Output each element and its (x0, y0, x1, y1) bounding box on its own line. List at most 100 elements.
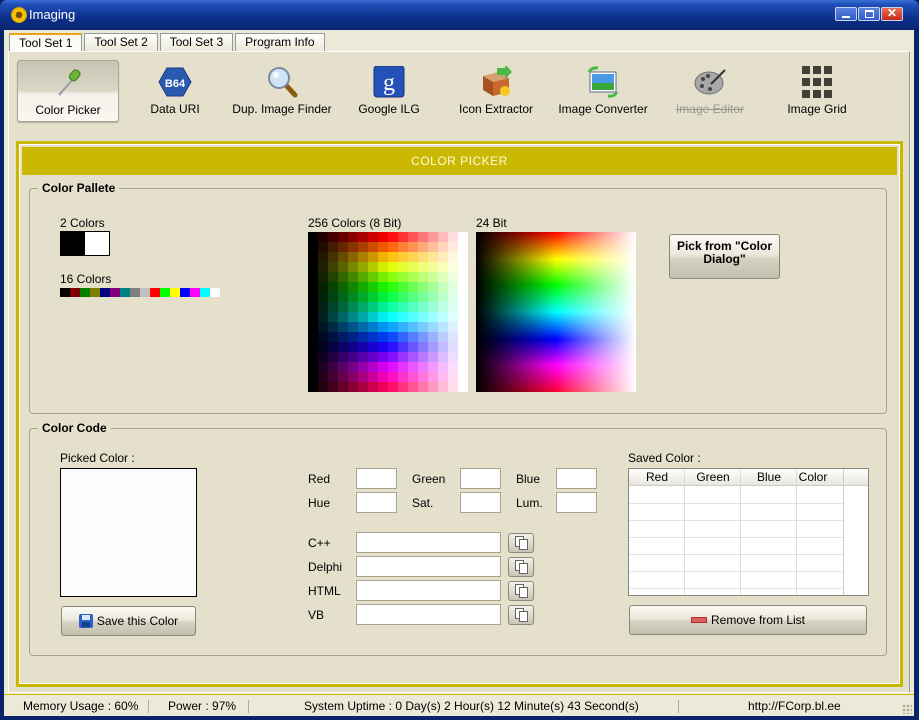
palette-cell[interactable] (378, 302, 388, 312)
palette-cell[interactable] (368, 342, 378, 352)
palette-cell[interactable] (348, 252, 358, 262)
palette-cell[interactable] (378, 322, 388, 332)
palette-cell[interactable] (328, 372, 338, 382)
palette-cell[interactable] (458, 382, 468, 392)
palette-cell[interactable] (408, 332, 418, 342)
remove-from-list-button[interactable]: Remove from List (629, 605, 867, 635)
color-swatch[interactable] (120, 288, 130, 297)
palette-cell[interactable] (308, 282, 318, 292)
palette-cell[interactable] (348, 342, 358, 352)
palette-cell[interactable] (448, 342, 458, 352)
palette-cell[interactable] (348, 282, 358, 292)
palette-cell[interactable] (448, 292, 458, 302)
red-input[interactable] (356, 468, 397, 489)
palette-cell[interactable] (408, 292, 418, 302)
palette-cell[interactable] (448, 352, 458, 362)
palette-cell[interactable] (458, 262, 468, 272)
save-color-button[interactable]: Save this Color (61, 606, 196, 636)
palette-cell[interactable] (428, 292, 438, 302)
palette-cell[interactable] (308, 272, 318, 282)
palette-cell[interactable] (368, 262, 378, 272)
palette-cell[interactable] (348, 242, 358, 252)
palette-cell[interactable] (308, 302, 318, 312)
palette-cell[interactable] (428, 322, 438, 332)
close-button[interactable]: ✕ (881, 6, 903, 21)
palette-cell[interactable] (328, 332, 338, 342)
column-header-blue[interactable]: Blue (741, 470, 797, 484)
palette-cell[interactable] (368, 352, 378, 362)
palette-cell[interactable] (348, 352, 358, 362)
palette-cell[interactable] (428, 352, 438, 362)
palette-cell[interactable] (398, 262, 408, 272)
palette-cell[interactable] (358, 282, 368, 292)
palette-cell[interactable] (398, 342, 408, 352)
palette-cell[interactable] (318, 382, 328, 392)
copy-html-button[interactable] (508, 581, 534, 601)
palette-cell[interactable] (338, 242, 348, 252)
palette-cell[interactable] (368, 312, 378, 322)
palette-cell[interactable] (348, 302, 358, 312)
palette-cell[interactable] (398, 312, 408, 322)
website-link[interactable]: http://FCorp.bl.ee (748, 699, 841, 713)
palette-cell[interactable] (328, 292, 338, 302)
palette-cell[interactable] (448, 242, 458, 252)
palette-cell[interactable] (348, 322, 358, 332)
color-swatch[interactable] (80, 288, 90, 297)
palette-cell[interactable] (318, 232, 328, 242)
palette-cell[interactable] (438, 252, 448, 262)
palette-cell[interactable] (408, 362, 418, 372)
palette-cell[interactable] (438, 332, 448, 342)
palette-cell[interactable] (378, 312, 388, 322)
palette-cell[interactable] (448, 262, 458, 272)
palette-cell[interactable] (308, 362, 318, 372)
column-header-red[interactable]: Red (629, 470, 685, 484)
palette-cell[interactable] (358, 352, 368, 362)
palette-cell[interactable] (438, 272, 448, 282)
palette-cell[interactable] (388, 242, 398, 252)
palette-cell[interactable] (348, 312, 358, 322)
palette-cell[interactable] (418, 352, 428, 362)
palette-cell[interactable] (358, 242, 368, 252)
column-header-color[interactable]: Color (797, 470, 829, 484)
tab-tool-set-1[interactable]: Tool Set 1 (9, 33, 83, 52)
palette-cell[interactable] (388, 252, 398, 262)
palette-cell[interactable] (448, 302, 458, 312)
sat-input[interactable] (460, 492, 501, 513)
color-swatch[interactable] (190, 288, 200, 297)
palette-cell[interactable] (338, 352, 348, 362)
delphi-code-input[interactable] (356, 556, 501, 577)
palette-cell[interactable] (318, 372, 328, 382)
palette-cell[interactable] (388, 342, 398, 352)
palette-cell[interactable] (418, 362, 428, 372)
palette-cell[interactable] (338, 332, 348, 342)
palette-cell[interactable] (458, 352, 468, 362)
palette-cell[interactable] (358, 342, 368, 352)
palette-cell[interactable] (338, 322, 348, 332)
palette-cell[interactable] (428, 382, 438, 392)
palette-cell[interactable] (398, 382, 408, 392)
palette-cell[interactable] (368, 282, 378, 292)
palette-cell[interactable] (338, 372, 348, 382)
palette-cell[interactable] (378, 292, 388, 302)
palette-cell[interactable] (338, 312, 348, 322)
palette-cell[interactable] (338, 262, 348, 272)
palette-cell[interactable] (438, 322, 448, 332)
palette-cell[interactable] (378, 382, 388, 392)
tool-color-picker[interactable]: Color Picker (17, 60, 119, 122)
palette-cell[interactable] (348, 362, 358, 372)
palette-cell[interactable] (378, 282, 388, 292)
saved-colors-grid[interactable]: Red Green Blue Color (628, 468, 869, 596)
tab-program-info[interactable]: Program Info (235, 33, 325, 51)
hue-input[interactable] (356, 492, 397, 513)
palette-cell[interactable] (338, 362, 348, 372)
palette-cell[interactable] (318, 252, 328, 262)
column-header-green[interactable]: Green (685, 470, 741, 484)
palette-cell[interactable] (328, 282, 338, 292)
palette-cell[interactable] (318, 332, 328, 342)
palette-cell[interactable] (308, 382, 318, 392)
palette-cell[interactable] (428, 372, 438, 382)
palette-cell[interactable] (388, 232, 398, 242)
resize-grip[interactable] (902, 704, 912, 714)
palette-cell[interactable] (358, 332, 368, 342)
palette-cell[interactable] (358, 252, 368, 262)
